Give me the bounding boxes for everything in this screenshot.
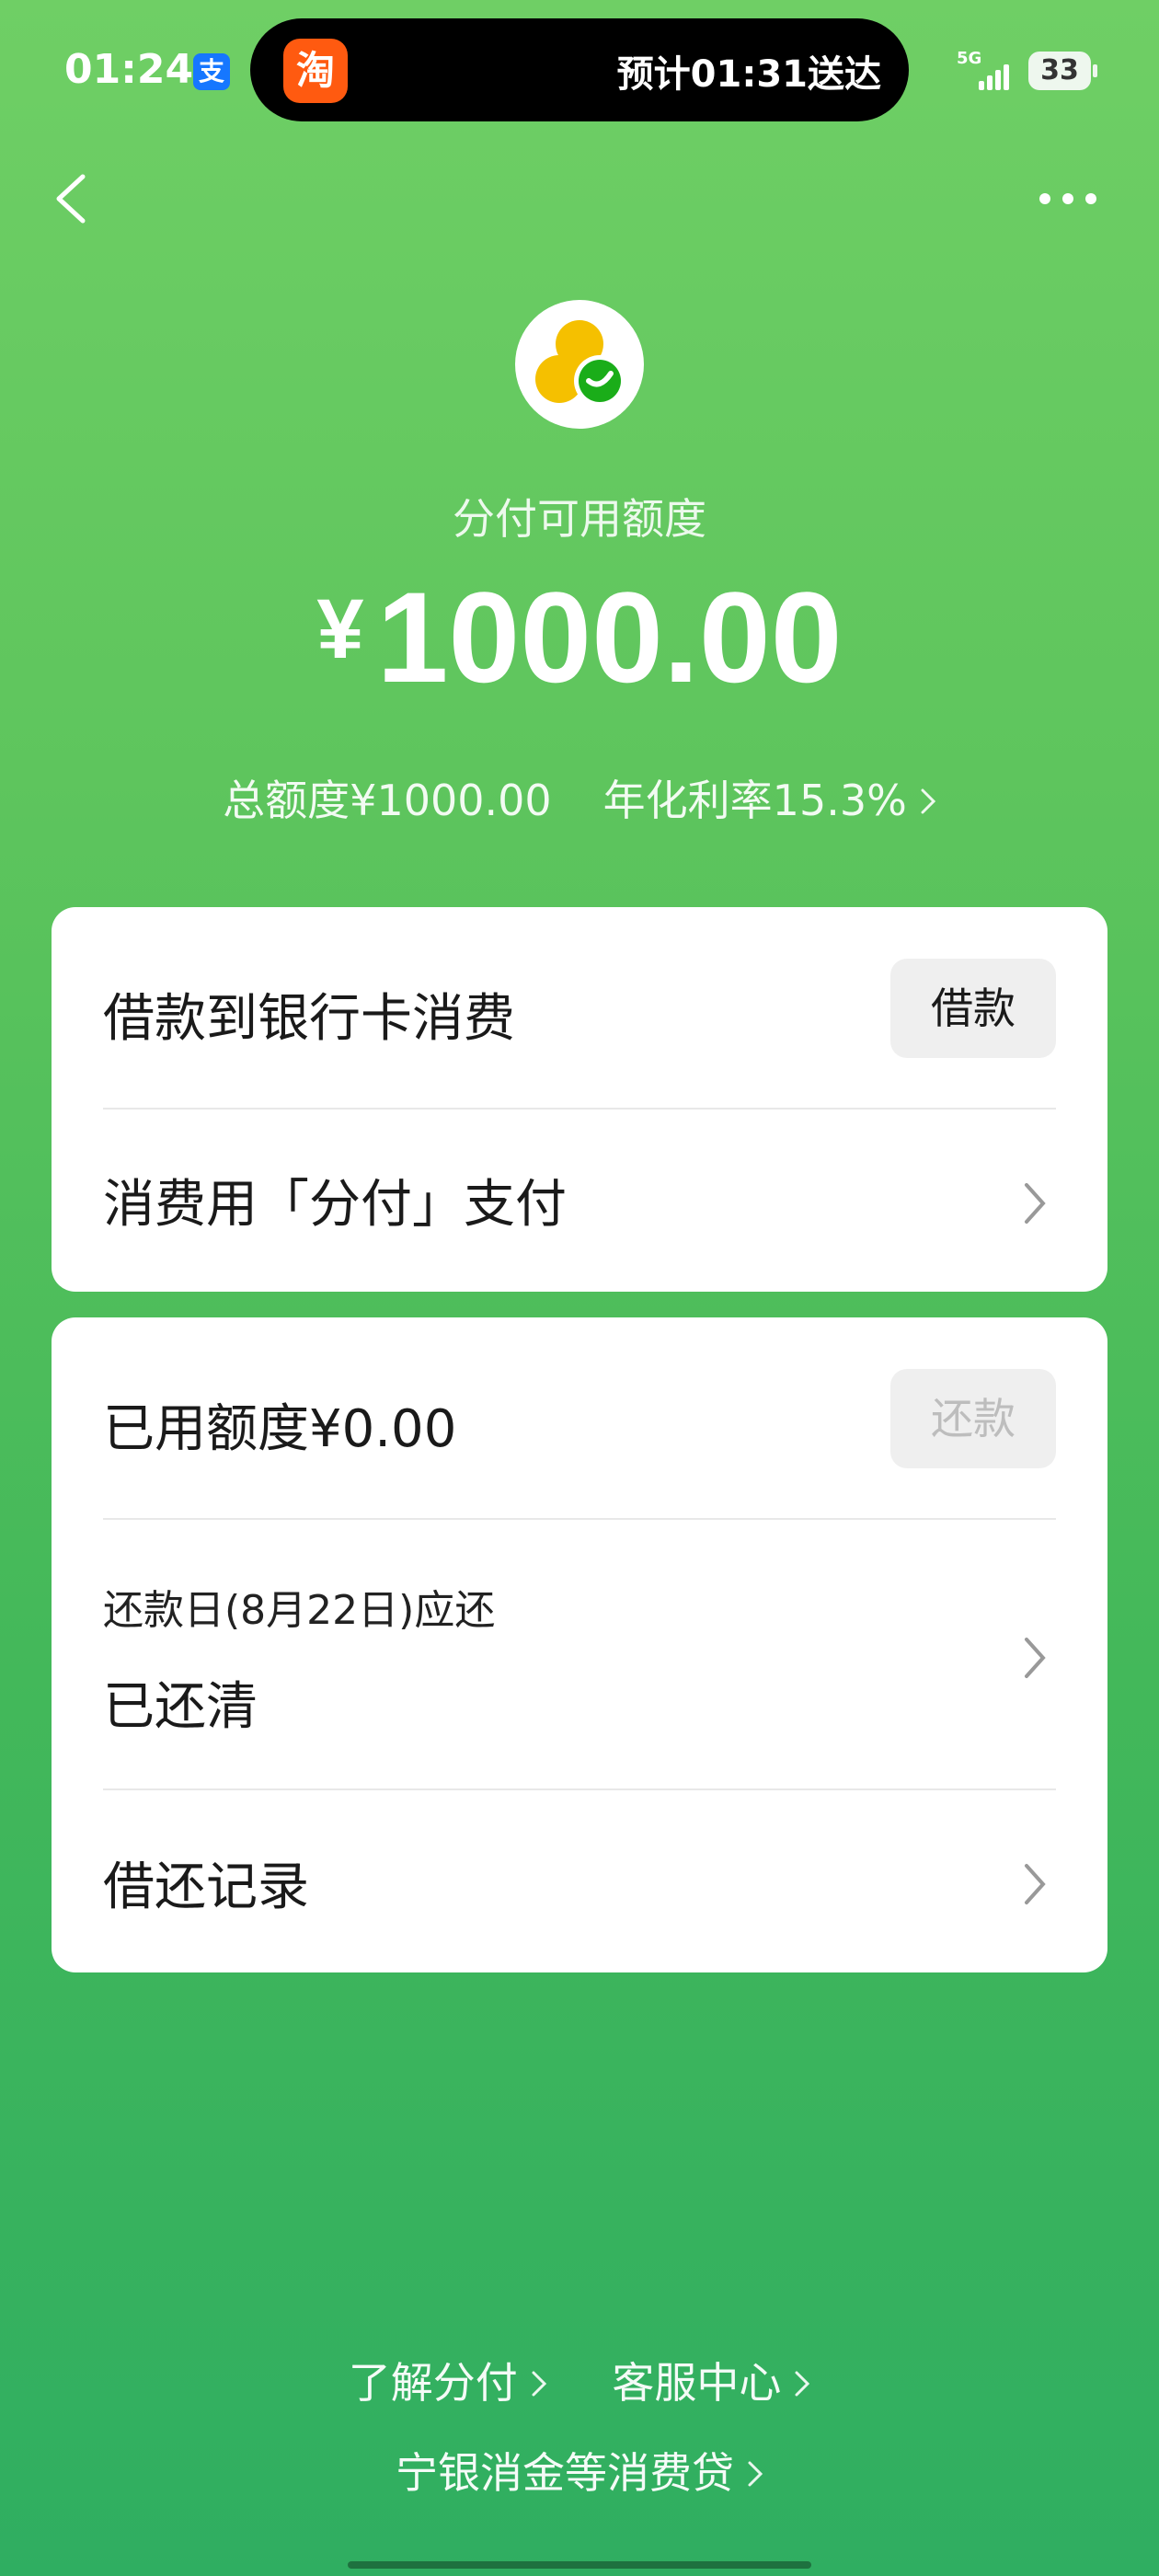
learn-fenfu-link[interactable]: 了解分付 <box>349 2350 547 2410</box>
chevron-right-icon[interactable] <box>1021 1860 1049 1908</box>
chevron-right-icon <box>531 2358 547 2408</box>
customer-service-link[interactable]: 客服中心 <box>612 2350 810 2410</box>
amount-value: 1000.00 <box>376 565 843 709</box>
chevron-right-icon <box>794 2358 810 2408</box>
consumer-loan-label: 宁银消金等消费贷 <box>396 2448 734 2498</box>
consumer-loan-link[interactable]: 宁银消金等消费贷 <box>396 2440 763 2501</box>
currency-symbol: ¥ <box>316 582 364 676</box>
total-limit: 总额度¥1000.00 <box>223 776 552 825</box>
status-time: 01:24 <box>64 46 194 93</box>
available-limit-label: 分付可用额度 <box>453 494 706 544</box>
repay-button[interactable]: 还款 <box>890 1369 1056 1468</box>
due-date-label: 还款日(8月22日)应还 <box>103 1587 496 1634</box>
chevron-right-icon[interactable] <box>1021 1179 1049 1227</box>
loan-button[interactable]: 借款 <box>890 959 1056 1058</box>
delivery-estimate: 预计01:31送达 <box>616 53 881 96</box>
pay-with-fenfu-row[interactable]: 消费用「分付」支付 <box>103 1163 1056 1237</box>
limit-info[interactable]: 总额度¥1000.00 年化利率15.3% <box>0 767 1159 828</box>
loan-records-row[interactable]: 借还记录 <box>103 1846 1056 1920</box>
alipay-icon: 支 <box>193 53 230 90</box>
footer-links-row1: 了解分付 客服中心 <box>0 2350 1159 2410</box>
taobao-icon: 淘 <box>283 39 348 103</box>
signal-icon <box>979 57 1016 90</box>
chevron-right-icon <box>747 2448 763 2498</box>
available-amount: ¥1000.00 <box>0 563 1159 712</box>
battery-indicator: 33 <box>1028 52 1097 90</box>
footer-links-row2: 宁银消金等消费贷 <box>0 2440 1159 2501</box>
home-indicator[interactable] <box>348 2561 811 2569</box>
chevron-right-icon[interactable] <box>1021 1634 1049 1682</box>
customer-service-label: 客服中心 <box>612 2358 782 2408</box>
fenfu-logo-icon <box>515 300 644 429</box>
divider <box>103 1788 1056 1790</box>
divider <box>103 1518 1056 1520</box>
chevron-right-icon <box>920 776 936 825</box>
more-dots-icon[interactable] <box>1036 180 1100 217</box>
divider <box>103 1108 1056 1110</box>
loan-card: 借款到银行卡消费 借款 消费用「分付」支付 <box>52 907 1107 1292</box>
due-status[interactable]: 已还清 <box>103 1665 1056 1740</box>
back-chevron-icon[interactable] <box>48 171 103 226</box>
annual-rate[interactable]: 年化利率15.3% <box>603 767 907 828</box>
repayment-card: 已用额度¥0.00 还款 还款日(8月22日)应还 已还清 借还记录 <box>52 1317 1107 1972</box>
learn-fenfu-label: 了解分付 <box>348 2358 518 2408</box>
